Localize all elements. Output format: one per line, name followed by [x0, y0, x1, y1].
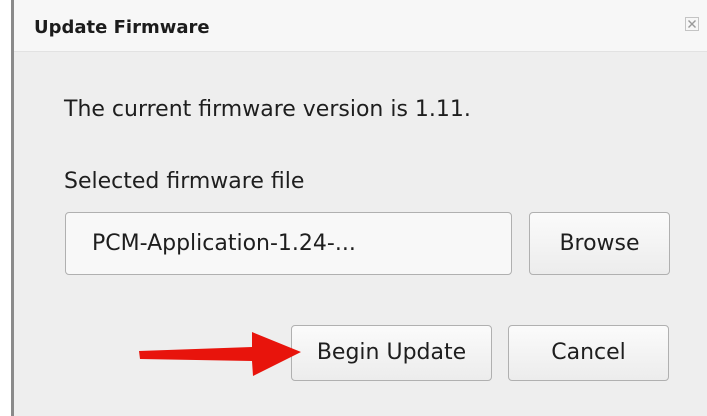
- selected-file-label: Selected firmware file: [64, 169, 305, 194]
- browse-button[interactable]: Browse: [529, 212, 670, 275]
- begin-update-button[interactable]: Begin Update: [291, 325, 492, 381]
- firmware-file-field[interactable]: PCM-Application-1.24-...: [65, 212, 512, 275]
- cancel-button[interactable]: Cancel: [508, 325, 669, 381]
- dialog-title: Update Firmware: [34, 17, 210, 38]
- red-arrow-icon: [139, 332, 301, 376]
- firmware-version-text: The current firmware version is 1.11.: [64, 97, 471, 122]
- update-firmware-dialog: Update Firmware The current firmware ver…: [0, 0, 707, 416]
- close-icon[interactable]: [685, 17, 699, 31]
- dialog-body: The current firmware version is 1.11. Se…: [14, 52, 707, 416]
- dialog-title-bar[interactable]: Update Firmware: [14, 0, 707, 52]
